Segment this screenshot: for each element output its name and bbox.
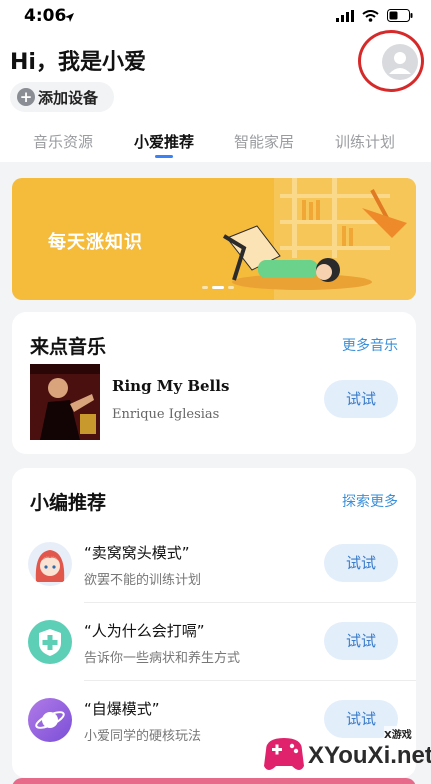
carousel-dot: [202, 286, 208, 289]
carousel-dots: [202, 286, 234, 289]
album-art: [30, 364, 100, 440]
greeting-title: Hi，我是小爱: [10, 50, 146, 75]
tab-xiaoai-recommend[interactable]: 小爱推荐: [134, 131, 194, 152]
wifi-icon: [362, 9, 379, 22]
battery-icon: [387, 9, 413, 22]
health-shield-icon: [28, 620, 72, 664]
recommend-card-title: 小编推荐: [30, 492, 107, 514]
divider: [84, 602, 416, 603]
watermark-text: XYouXi.net: [308, 742, 431, 769]
divider: [84, 680, 416, 681]
recommend-item-subtitle: 小爱同学的硬核玩法: [84, 729, 202, 744]
tab-music-resources[interactable]: 音乐资源: [33, 131, 93, 152]
planet-icon: [28, 698, 72, 742]
watermark-tag: X游戏: [384, 726, 412, 741]
recommend-item-title: “卖窝窝头模式”: [84, 544, 190, 562]
anime-avatar-art: [28, 542, 72, 586]
try-button[interactable]: 试试: [324, 544, 398, 582]
recommend-item-subtitle: 欲罢不能的训练计划: [84, 573, 202, 588]
explore-more-link[interactable]: 探索更多: [342, 491, 398, 511]
tab-training-plan[interactable]: 训练计划: [335, 131, 395, 152]
status-icons: [336, 9, 413, 22]
try-button[interactable]: 试试: [324, 622, 398, 660]
music-card: 来点音乐 更多音乐 Ring My Bells Enrique Iglesias…: [12, 312, 416, 454]
gamepad-logo-icon: [264, 738, 304, 770]
music-card-title: 来点音乐: [30, 336, 107, 358]
carousel-dot: [228, 286, 234, 289]
add-device-label: 添加设备: [38, 88, 99, 107]
carousel-dot-active: [212, 286, 224, 289]
active-tab-indicator: [155, 155, 173, 158]
knowledge-banner[interactable]: 每天涨知识: [12, 178, 416, 300]
add-device-button[interactable]: + 添加设备: [10, 82, 114, 112]
location-arrow-icon: [65, 13, 74, 22]
signal-icon: [336, 9, 354, 22]
song-artist: Enrique Iglesias: [112, 407, 220, 422]
try-song-button[interactable]: 试试: [324, 380, 398, 418]
recommend-item-subtitle: 告诉你一些病状和养生方式: [84, 651, 241, 666]
plus-icon: +: [17, 88, 35, 106]
more-music-link[interactable]: 更多音乐: [342, 335, 398, 355]
recommend-item-title: “自爆模式”: [84, 700, 160, 718]
person-icon: [389, 52, 411, 74]
planet-art: [35, 711, 65, 729]
recommend-item[interactable]: “人为什么会打嗝” 告诉你一些病状和养生方式 试试: [12, 606, 416, 684]
song-title: Ring My Bells: [112, 377, 230, 395]
recommend-item[interactable]: “卖窝窝头模式” 欲罢不能的训练计划 试试: [12, 528, 416, 606]
album-cover[interactable]: [30, 364, 100, 440]
user-avatar-icon[interactable]: [382, 44, 418, 80]
status-time: 4:06: [24, 6, 67, 26]
tab-bar: 音乐资源 小爱推荐 智能家居 训练计划: [0, 128, 431, 162]
site-watermark: X游戏 XYouXi.net: [256, 724, 431, 780]
recommend-item-title: “人为什么会打嗝”: [84, 622, 205, 640]
header-area: 4:06 Hi，我是小爱 + 添加设备 音乐资源 小爱推荐 智能家居 训练计划: [0, 0, 431, 162]
tab-smart-home[interactable]: 智能家居: [234, 131, 294, 152]
status-bar: 4:06: [0, 0, 431, 34]
banner-text: 每天涨知识: [48, 232, 143, 253]
anime-avatar-icon: [28, 542, 72, 586]
shield-icon: [39, 629, 61, 656]
